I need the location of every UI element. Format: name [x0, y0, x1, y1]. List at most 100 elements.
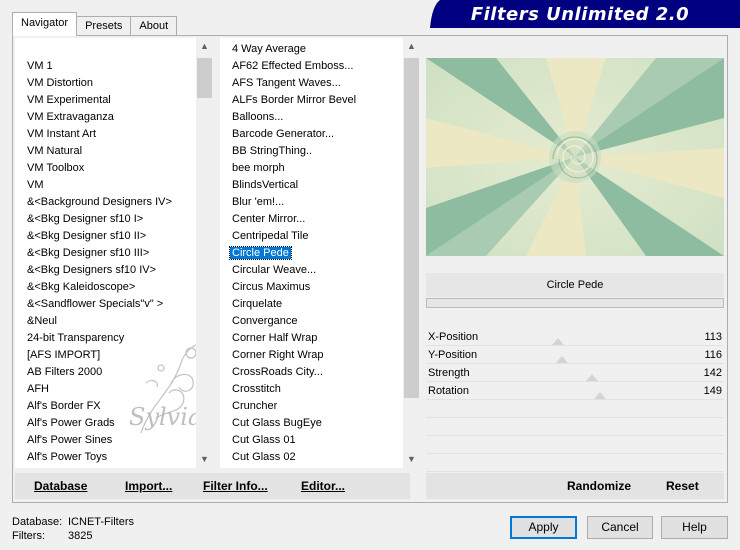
param-name: X-Position: [428, 331, 479, 343]
tab-about[interactable]: About: [130, 16, 178, 36]
filter-item-label: 4 Way Average: [232, 43, 306, 55]
category-list[interactable]: VM 1 VM Distortion VM Experimental VM Extra…: [15, 38, 213, 468]
banner-title: Filters Unlimited 2.0: [470, 4, 690, 25]
editor-button[interactable]: Editor...: [301, 473, 345, 499]
category-item[interactable]: VM: [15, 177, 196, 194]
param-slider-0[interactable]: X-Position 113: [426, 328, 724, 346]
param-slot-empty: [426, 454, 724, 472]
slider-thumb[interactable]: [552, 338, 564, 345]
chevron-up-icon[interactable]: ▲: [403, 38, 420, 55]
selected-filter-name: Circle Pede: [426, 273, 724, 297]
filter-item[interactable]: CrossRoads City...: [220, 364, 403, 381]
filter-item[interactable]: BB StringThing..: [220, 143, 403, 160]
filter-item[interactable]: AF62 Effected Emboss...: [220, 58, 403, 75]
category-item-label: &<Bkg Designer sf10 II>: [27, 230, 147, 242]
help-button[interactable]: Help: [661, 516, 728, 539]
progress-bar: [426, 298, 724, 308]
filter-item-label: Circular Weave...: [232, 264, 317, 276]
filter-item[interactable]: Cut Glass BugEye: [220, 415, 403, 432]
filter-item-label: Centripedal Tile: [232, 230, 309, 242]
param-slider-2[interactable]: Strength 142: [426, 364, 724, 382]
category-item-label: VM 1: [27, 60, 53, 72]
category-item[interactable]: &<Bkg Kaleidoscope>: [15, 279, 196, 296]
filter-scrollbar[interactable]: ▲ ▼: [403, 38, 420, 468]
filter-item-label: Balloons...: [232, 111, 284, 123]
filter-item[interactable]: Centripedal Tile: [220, 228, 403, 245]
category-scrollbar[interactable]: ▲ ▼: [196, 38, 213, 468]
filter-item[interactable]: Cirquelate: [220, 296, 403, 313]
filter-item[interactable]: Crosstitch: [220, 381, 403, 398]
filter-list[interactable]: 4 Way Average AF62 Effected Emboss... AFS …: [220, 38, 420, 468]
category-item[interactable]: VM Distortion: [15, 75, 196, 92]
category-item[interactable]: &<Bkg Designer sf10 III>: [15, 245, 196, 262]
filter-item[interactable]: Barcode Generator...: [220, 126, 403, 143]
param-slider-3[interactable]: Rotation 149: [426, 382, 724, 400]
filter-item-label: Convergance: [232, 315, 298, 327]
filter-item-label: Cut Glass 01: [232, 434, 296, 446]
param-slot-empty: [426, 436, 724, 454]
category-item[interactable]: VM Instant Art: [15, 126, 196, 143]
category-item[interactable]: &<Bkg Designer sf10 II>: [15, 228, 196, 245]
filter-item[interactable]: Corner Half Wrap: [220, 330, 403, 347]
chevron-up-icon[interactable]: ▲: [196, 38, 213, 55]
database-value: ICNET-Filters: [68, 516, 134, 528]
filter-item[interactable]: AFS Tangent Waves...: [220, 75, 403, 92]
slider-thumb[interactable]: [594, 392, 606, 399]
import-button[interactable]: Import...: [125, 473, 172, 499]
apply-button[interactable]: Apply: [510, 516, 577, 539]
category-item[interactable]: VM Extravaganza: [15, 109, 196, 126]
filter-item[interactable]: Balloons...: [220, 109, 403, 126]
filter-item-label: CrossRoads City...: [232, 366, 323, 378]
filter-item[interactable]: Cruncher: [220, 398, 403, 415]
param-slider-1[interactable]: Y-Position 116: [426, 346, 724, 364]
filter-item-label: Cut Glass BugEye: [232, 417, 322, 429]
filter-item[interactable]: Cut Glass 01: [220, 432, 403, 449]
filter-item[interactable]: Circle Pede: [220, 245, 403, 262]
filter-info-button[interactable]: Filter Info...: [203, 473, 268, 499]
category-item-label: &<Bkg Kaleidoscope>: [27, 281, 136, 293]
chevron-down-icon[interactable]: ▼: [196, 451, 213, 468]
category-item[interactable]: VM 1: [15, 58, 196, 75]
filter-item[interactable]: 4 Way Average: [220, 41, 403, 58]
category-item[interactable]: VM Toolbox: [15, 160, 196, 177]
tab-presets[interactable]: Presets: [76, 16, 132, 36]
slider-thumb[interactable]: [556, 356, 568, 363]
param-value: 116: [704, 349, 722, 361]
filter-item[interactable]: Corner Right Wrap: [220, 347, 403, 364]
scroll-thumb[interactable]: [197, 58, 212, 98]
filter-item[interactable]: Circus Maximus: [220, 279, 403, 296]
scroll-thumb[interactable]: [404, 58, 419, 398]
randomize-button[interactable]: Randomize: [567, 473, 631, 499]
category-item[interactable]: &<Bkg Designer sf10 I>: [15, 211, 196, 228]
navigator-panel: VM 1 VM Distortion VM Experimental VM Extra…: [12, 35, 728, 503]
filter-item[interactable]: BlindsVertical: [220, 177, 403, 194]
category-item-label: &<Bkg Designer sf10 III>: [27, 247, 150, 259]
filter-item[interactable]: bee morph: [220, 160, 403, 177]
category-item[interactable]: VM Natural: [15, 143, 196, 160]
filter-item[interactable]: Cut Glass 02: [220, 449, 403, 466]
filter-item[interactable]: Convergance: [220, 313, 403, 330]
filter-item[interactable]: Blur 'em!...: [220, 194, 403, 211]
database-button[interactable]: Database: [34, 473, 87, 499]
filter-item-label: Corner Right Wrap: [232, 349, 324, 361]
category-item-label: Alf's Border FX: [27, 400, 101, 412]
filter-item[interactable]: Circular Weave...: [220, 262, 403, 279]
filter-item[interactable]: Center Mirror...: [220, 211, 403, 228]
slider-thumb[interactable]: [586, 374, 598, 381]
category-item-label: Alf's Power Toys: [27, 451, 108, 463]
cancel-button[interactable]: Cancel: [587, 516, 653, 539]
category-item[interactable]: &<Background Designers IV>: [15, 194, 196, 211]
filter-item-label: Center Mirror...: [232, 213, 306, 225]
status-area: Database: ICNET-Filters Filters: 3825: [12, 515, 134, 543]
param-value: 142: [703, 367, 722, 379]
category-item-label: &<Background Designers IV>: [27, 196, 172, 208]
filter-item[interactable]: ALFs Border Mirror Bevel: [220, 92, 403, 109]
category-item[interactable]: VM Experimental: [15, 92, 196, 109]
tab-navigator[interactable]: Navigator: [12, 12, 78, 36]
category-item[interactable]: &<Bkg Designers sf10 IV>: [15, 262, 196, 279]
category-item-label: VM Experimental: [27, 94, 111, 106]
filter-item-label: Cruncher: [232, 400, 278, 412]
reset-button[interactable]: Reset: [666, 473, 699, 499]
category-item[interactable]: &<Sandflower Specials"v" >: [15, 296, 196, 313]
chevron-down-icon[interactable]: ▼: [403, 451, 420, 468]
